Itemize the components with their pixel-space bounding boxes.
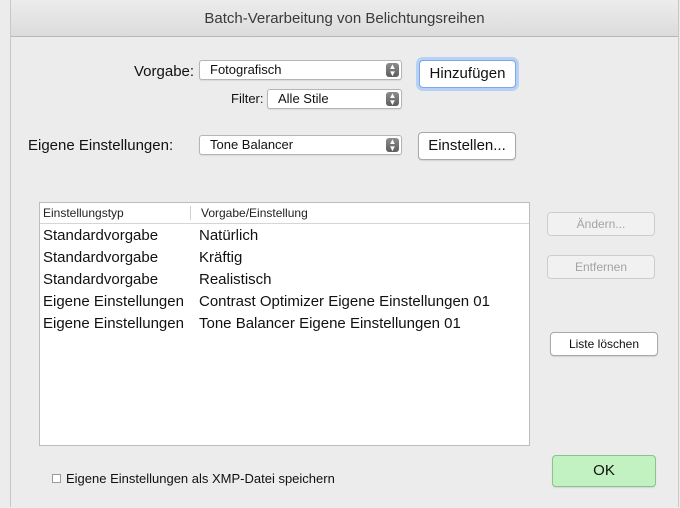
- table-row[interactable]: Standardvorgabe Realistisch: [40, 269, 529, 291]
- row-setting: Natürlich: [199, 227, 259, 244]
- preset-label: Vorgabe:: [134, 63, 195, 80]
- column-header-type[interactable]: Einstellungstyp: [43, 206, 124, 220]
- remove-button[interactable]: Entfernen: [547, 255, 655, 279]
- custom-settings-select[interactable]: Tone Balancer ▲ ▼: [199, 135, 402, 155]
- row-type: Standardvorgabe: [43, 271, 159, 288]
- dialog-title: Batch-Verarbeitung von Belichtungsreihen: [11, 0, 678, 37]
- row-type: Standardvorgabe: [43, 249, 159, 266]
- column-divider: [190, 206, 191, 220]
- table-row[interactable]: Eigene Einstellungen Contrast Optimizer …: [40, 291, 529, 313]
- clear-list-button[interactable]: Liste löschen: [550, 332, 658, 356]
- row-type: Eigene Einstellungen: [43, 293, 184, 310]
- settings-button[interactable]: Einstellen...: [418, 132, 516, 160]
- batch-dialog: Batch-Verarbeitung von Belichtungsreihen…: [10, 0, 679, 507]
- ok-button[interactable]: OK: [552, 455, 656, 487]
- xmp-checkbox-label[interactable]: Eigene Einstellungen als XMP-Datei speic…: [66, 471, 335, 486]
- filter-select[interactable]: Alle Stile ▲ ▼: [267, 89, 402, 109]
- select-arrows-icon: ▲ ▼: [386, 63, 399, 78]
- select-arrows-icon: ▲ ▼: [386, 138, 399, 153]
- settings-table[interactable]: Einstellungstyp Vorgabe/Einstellung Stan…: [39, 202, 530, 446]
- xmp-checkbox[interactable]: [52, 474, 61, 483]
- row-setting: Tone Balancer Eigene Einstellungen 01: [199, 315, 461, 332]
- table-row[interactable]: Standardvorgabe Kräftig: [40, 247, 529, 269]
- row-setting: Realistisch: [199, 271, 272, 288]
- table-row[interactable]: Standardvorgabe Natürlich: [40, 225, 529, 247]
- row-type: Eigene Einstellungen: [43, 315, 184, 332]
- preset-select[interactable]: Fotografisch ▲ ▼: [199, 60, 402, 80]
- column-header-setting[interactable]: Vorgabe/Einstellung: [201, 206, 308, 220]
- filter-select-value: Alle Stile: [278, 91, 329, 106]
- edit-button[interactable]: Ändern...: [547, 212, 655, 236]
- filter-label: Filter:: [231, 91, 264, 106]
- row-setting: Contrast Optimizer Eigene Einstellungen …: [199, 293, 490, 310]
- row-type: Standardvorgabe: [43, 227, 159, 244]
- table-header: Einstellungstyp Vorgabe/Einstellung: [40, 203, 529, 224]
- row-setting: Kräftig: [199, 249, 243, 266]
- select-arrows-icon: ▲ ▼: [386, 92, 399, 107]
- add-button[interactable]: Hinzufügen: [419, 60, 516, 88]
- custom-settings-select-value: Tone Balancer: [210, 137, 294, 152]
- custom-settings-label: Eigene Einstellungen:: [28, 137, 174, 154]
- table-row[interactable]: Eigene Einstellungen Tone Balancer Eigen…: [40, 313, 529, 335]
- preset-select-value: Fotografisch: [210, 62, 282, 77]
